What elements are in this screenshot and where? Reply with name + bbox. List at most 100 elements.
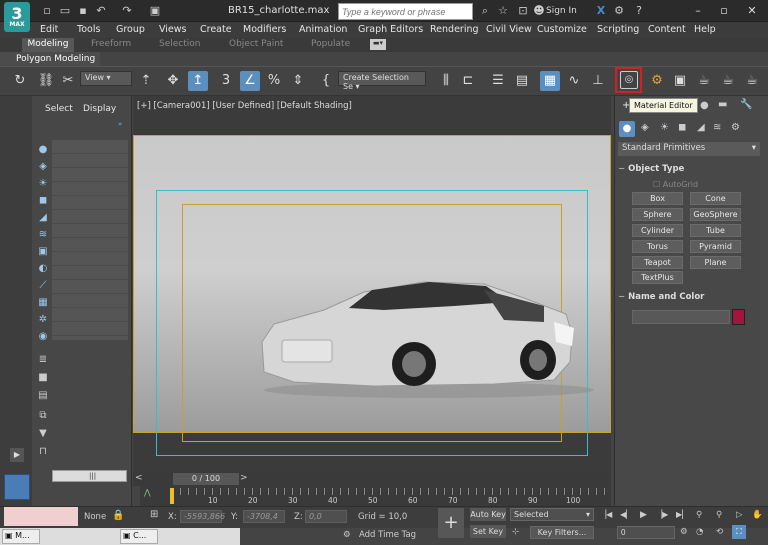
filter-spacewarps-icon[interactable]: ≋ — [36, 228, 50, 242]
y-coord-field[interactable]: -3708,4 — [243, 510, 285, 523]
render-setup-icon[interactable]: ⚙ — [647, 71, 667, 91]
next-frame-arrow-icon[interactable]: > — [240, 473, 248, 483]
previous-frame-icon[interactable]: ◀▏ — [620, 510, 632, 519]
undo-icon[interactable]: ↶ — [94, 4, 108, 18]
menu-tools[interactable]: Tools — [77, 24, 100, 35]
filter-lights-icon[interactable]: ☀ — [36, 177, 50, 191]
absolute-mode-icon[interactable]: ⊞ — [150, 509, 158, 520]
angle-snap-icon[interactable]: ∠ — [240, 71, 260, 91]
menu-help[interactable]: Help — [694, 24, 716, 35]
track-bar[interactable]: ⋀ 10 20 30 40 50 60 70 80 90 100 — [140, 486, 611, 506]
redo-icon[interactable]: ↷ — [120, 4, 134, 18]
primitive-cone-button[interactable]: Cone — [690, 192, 741, 205]
render-iterative-icon[interactable]: ☕ — [718, 71, 738, 91]
filter-geometry-icon[interactable]: ● — [36, 143, 50, 157]
named-selection-icon[interactable]: { — [316, 71, 336, 91]
key-tangent-icon[interactable]: ⊹ — [512, 527, 519, 537]
filter-bones-icon[interactable]: ⟋ — [36, 279, 50, 293]
prev-frame-arrow-icon[interactable]: < — [135, 473, 143, 483]
rendered-frame-window-icon[interactable]: ▣ — [670, 71, 690, 91]
star-icon[interactable]: ☆ — [496, 4, 510, 18]
cameras-category-icon[interactable]: ◼ — [678, 122, 686, 133]
help-icon[interactable]: ? — [632, 4, 646, 18]
explorer-expand-icon[interactable]: » — [118, 120, 122, 128]
select-and-place-icon[interactable]: ↥ — [188, 71, 208, 91]
explorer-horizontal-scrollbar[interactable]: ||| — [52, 470, 127, 482]
filter-all-icon[interactable]: ✲ — [36, 313, 50, 327]
utilities-tab-icon[interactable]: 🔧 — [740, 99, 752, 110]
close-button[interactable]: ✕ — [740, 3, 764, 19]
move-icon[interactable]: ✥ — [163, 71, 183, 91]
primitive-teapot-button[interactable]: Teapot — [632, 256, 683, 269]
orbit-icon[interactable]: ⟲ — [716, 527, 723, 537]
time-tag-icon[interactable]: ⚙ — [343, 530, 351, 540]
open-folder-icon[interactable]: ▭ — [58, 4, 72, 18]
primitive-cylinder-button[interactable]: Cylinder — [632, 224, 683, 237]
sign-in-link[interactable]: Sign In — [546, 6, 577, 16]
explorer-list[interactable] — [52, 140, 128, 340]
curve-editor-icon[interactable]: ∿ — [564, 71, 584, 91]
search-input[interactable] — [338, 3, 473, 20]
filter-shapes-icon[interactable]: ◈ — [36, 160, 50, 174]
primitive-category-dropdown[interactable]: Standard Primitives ▾ — [618, 142, 760, 156]
minimize-button[interactable]: – — [686, 3, 710, 19]
app-logo[interactable]: 3 MAX — [4, 2, 30, 32]
hierarchy-icon[interactable]: ⊓ — [36, 445, 50, 459]
menu-edit[interactable]: Edit — [40, 24, 58, 35]
next-frame-icon[interactable]: ▕▶ — [656, 510, 668, 519]
key-filters-button[interactable]: Key Filters... — [530, 526, 594, 539]
taskbar-item-m[interactable]: ▣ M... — [2, 529, 40, 544]
mirror-icon[interactable]: ⫼ — [436, 71, 456, 91]
menu-create[interactable]: Create — [200, 24, 232, 35]
menu-modifiers[interactable]: Modifiers — [243, 24, 286, 35]
filter-xrefs-icon[interactable]: ◐ — [36, 262, 50, 276]
viewport-label[interactable]: [+] [Camera001] [User Defined] [Default … — [137, 101, 352, 111]
menu-rendering[interactable]: Rendering — [430, 24, 479, 35]
lock-selection-icon[interactable]: 🔒 — [112, 510, 124, 521]
add-time-tag[interactable]: Add Time Tag — [359, 530, 416, 540]
menu-animation[interactable]: Animation — [299, 24, 347, 35]
render-production-icon[interactable]: ☕ — [694, 71, 714, 91]
tab-selection[interactable]: Selection — [159, 39, 200, 49]
menu-group[interactable]: Group — [116, 24, 145, 35]
select-object-icon[interactable]: ⇡ — [136, 71, 156, 91]
reference-coord-dropdown[interactable]: View ▾ — [80, 71, 132, 86]
lights-category-icon[interactable]: ☀ — [660, 122, 669, 133]
filter-cameras-icon[interactable]: ◼ — [36, 194, 50, 208]
layer-explorer-icon[interactable]: ☰ — [488, 71, 508, 91]
shapes-category-icon[interactable]: ◈ — [641, 122, 649, 133]
race-car-model[interactable] — [254, 262, 594, 402]
spinner-snap-icon[interactable]: ⇕ — [288, 71, 308, 91]
menu-scripting[interactable]: Scripting — [597, 24, 639, 35]
primitive-sphere-button[interactable]: Sphere — [632, 208, 683, 221]
link-icon[interactable]: ⛓ — [36, 71, 56, 91]
x-coord-field[interactable]: -5593,866 — [180, 510, 225, 523]
menu-customize[interactable]: Customize — [537, 24, 587, 35]
new-file-icon[interactable]: ▫ — [40, 4, 54, 18]
scene-explorer-icon[interactable]: ▦ — [540, 71, 560, 91]
primitive-geosphere-button[interactable]: GeoSphere — [690, 208, 741, 221]
object-type-rollout-header[interactable]: − Object Type — [618, 164, 684, 178]
binoculars-icon[interactable]: ⌕ — [478, 4, 492, 18]
set-key-big-button[interactable]: + — [438, 508, 464, 538]
unlink-icon[interactable]: ✂ — [58, 71, 78, 91]
geometry-category-icon[interactable]: ● — [619, 121, 635, 137]
tab-modeling[interactable]: Modeling — [22, 38, 74, 52]
filter-helpers-icon[interactable]: ◢ — [36, 211, 50, 225]
ribbon-options-icon[interactable]: ▬▾ — [370, 39, 386, 50]
filter-funnel-icon[interactable]: ▼ — [36, 427, 50, 441]
walkthrough-icon[interactable]: ◔ — [696, 527, 703, 537]
selection-set-dropdown[interactable]: Create Selection Se ▾ — [338, 71, 426, 91]
filter-containers-icon[interactable]: ▦ — [36, 296, 50, 310]
set-key-button[interactable]: Set Key — [470, 525, 506, 538]
play-icon[interactable]: ▶ — [640, 510, 647, 520]
align-icon[interactable]: ⊏ — [458, 71, 478, 91]
zoom-icon[interactable]: ⚲ — [696, 510, 702, 520]
user-icon[interactable]: ☻ — [532, 4, 546, 18]
maxscript-listener[interactable] — [4, 507, 78, 526]
explorer-tab-display[interactable]: Display — [83, 104, 116, 114]
primitive-box-button[interactable]: Box — [632, 192, 683, 205]
percent-snap-icon[interactable]: % — [264, 71, 284, 91]
material-editor-button[interactable]: ◎ — [615, 67, 642, 93]
menu-content[interactable]: Content — [648, 24, 686, 35]
